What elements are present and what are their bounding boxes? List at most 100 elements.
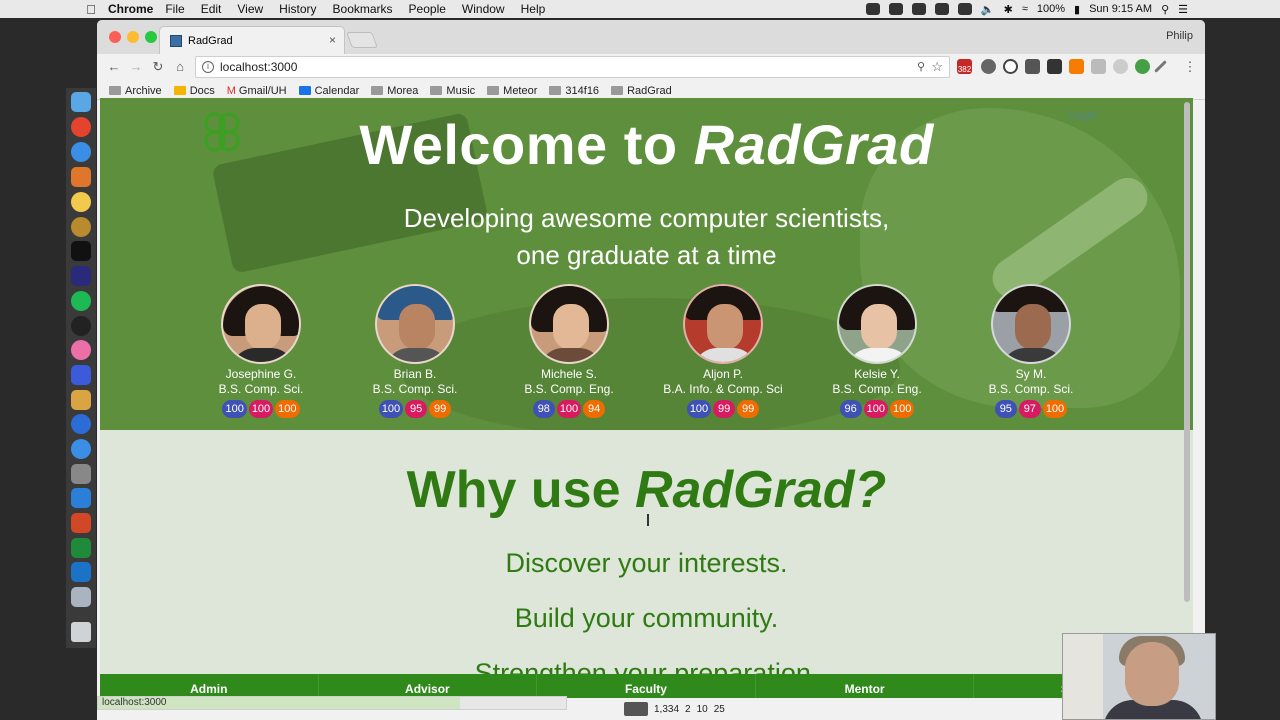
chrome-icon[interactable] — [71, 117, 91, 137]
nav-admin[interactable]: Admin — [100, 674, 319, 698]
evernote-ext-icon[interactable] — [1135, 59, 1150, 74]
word-icon[interactable] — [71, 488, 91, 508]
bluetooth-icon[interactable]: ✱ — [1004, 3, 1013, 16]
student-card: Josephine G. B.S. Comp. Sci. 100 100 100 — [186, 284, 336, 418]
menu-bookmarks[interactable]: Bookmarks — [333, 2, 393, 16]
lock-ext-icon[interactable] — [1025, 59, 1040, 74]
battery-icon[interactable]: ▮ — [1074, 3, 1080, 16]
avatar — [991, 284, 1071, 364]
menu-app-name[interactable]: Chrome — [108, 2, 153, 16]
cloud-ext-icon[interactable] — [1113, 59, 1128, 74]
onepassword-icon[interactable] — [71, 414, 91, 434]
avatar — [529, 284, 609, 364]
folder-icon — [611, 86, 624, 95]
slack-icon[interactable] — [71, 562, 91, 582]
powerpoint-icon[interactable] — [71, 513, 91, 533]
spotify-icon[interactable] — [71, 291, 91, 311]
avatar — [375, 284, 455, 364]
app-icon[interactable] — [71, 217, 91, 237]
display-icon[interactable] — [957, 3, 972, 15]
page-scrollbar[interactable] — [1183, 100, 1191, 696]
sync-icon[interactable] — [981, 59, 996, 74]
menu-window[interactable]: Window — [462, 2, 505, 16]
bookmark-314f16[interactable]: 314f16 — [549, 85, 599, 97]
score-badge: 100 — [275, 400, 300, 418]
preview-icon[interactable] — [71, 464, 91, 484]
stat-count: 1,334 — [654, 703, 680, 715]
bookmark-meteor[interactable]: Meteor — [487, 85, 537, 97]
close-tab-icon[interactable]: × — [329, 33, 336, 47]
terminal-ext-icon[interactable] — [1047, 59, 1062, 74]
bookmark-music[interactable]: Music — [430, 85, 475, 97]
screen-record-icon[interactable] — [865, 3, 880, 15]
nav-mentor[interactable]: Mentor — [756, 674, 975, 698]
bookmark-morea[interactable]: Morea — [371, 85, 418, 97]
menu-people[interactable]: People — [409, 2, 446, 16]
finder-icon[interactable] — [71, 92, 91, 112]
bookmark-label: Music — [446, 84, 476, 97]
appstore-icon[interactable] — [71, 439, 91, 459]
folder-icon[interactable] — [71, 587, 91, 607]
notification-center-icon[interactable]: ☰ — [1178, 3, 1188, 16]
text-cursor-icon — [647, 514, 649, 526]
cloud-icon[interactable] — [911, 3, 926, 15]
minimize-window-button[interactable] — [127, 31, 139, 43]
password-icon[interactable] — [888, 3, 903, 15]
itunes-icon[interactable] — [71, 340, 91, 360]
bookmark-radgrad[interactable]: RadGrad — [611, 85, 672, 97]
tagline-line-1: Developing awesome computer scientists, — [403, 203, 890, 233]
key-icon[interactable]: ⚲ — [917, 60, 925, 73]
chart-ext-icon[interactable] — [1069, 59, 1084, 74]
new-tab-button[interactable] — [346, 32, 378, 48]
safari-icon[interactable] — [71, 142, 91, 162]
browser-tab[interactable]: RadGrad × — [159, 26, 345, 54]
menu-edit[interactable]: Edit — [201, 2, 222, 16]
apple-menu-icon[interactable]:  — [80, 2, 102, 17]
nav-advisor[interactable]: Advisor — [319, 674, 538, 698]
back-icon[interactable]: ← — [105, 58, 123, 76]
page-viewport: Login Welcome to RadGrad Developing awes… — [100, 98, 1193, 698]
profile-name[interactable]: Philip — [1166, 30, 1193, 42]
chrome-menu-icon[interactable]: ⋮ — [1181, 58, 1199, 76]
reload-icon[interactable]: ↻ — [149, 58, 167, 76]
volume-icon[interactable]: 🔈 — [981, 3, 995, 16]
close-window-button[interactable] — [109, 31, 121, 43]
score-badge: 95 — [994, 400, 1017, 418]
scrollbar-thumb[interactable] — [1184, 102, 1190, 602]
dropbox-icon[interactable] — [934, 3, 949, 15]
photos-icon[interactable] — [71, 192, 91, 212]
menu-history[interactable]: History — [279, 2, 316, 16]
terminal-icon[interactable] — [71, 241, 91, 261]
menu-view[interactable]: View — [237, 2, 263, 16]
student-card: Aljon P. B.A. Info. & Comp. Sci 100 99 9… — [648, 284, 798, 418]
zoom-window-button[interactable] — [145, 31, 157, 43]
nav-faculty[interactable]: Faculty — [537, 674, 756, 698]
menu-file[interactable]: File — [165, 2, 184, 16]
excel-icon[interactable] — [71, 538, 91, 558]
bookmark-star-icon[interactable]: ☆ — [931, 59, 943, 75]
site-info-icon[interactable]: i — [202, 61, 214, 73]
student-name: Michele S. — [540, 367, 598, 381]
trash-icon[interactable] — [71, 622, 91, 642]
eyedropper-icon[interactable] — [1154, 60, 1167, 73]
bottom-stats: 1,334 2 10 25 — [624, 702, 725, 716]
bookmark-calendar[interactable]: Calendar — [298, 85, 359, 97]
wifi-icon[interactable]: ≈ — [1022, 3, 1028, 15]
app-store-icon[interactable] — [71, 365, 91, 385]
bookmark-docs[interactable]: Docs — [173, 85, 215, 97]
forward-icon[interactable]: → — [127, 58, 145, 76]
grid-ext-icon[interactable] — [1091, 59, 1106, 74]
bookmark-gmail[interactable]: M Gmail/UH — [227, 85, 287, 97]
menu-help[interactable]: Help — [521, 2, 546, 16]
home-icon[interactable]: ⌂ — [171, 58, 189, 76]
onepassword-ext-icon[interactable] — [1003, 59, 1018, 74]
address-bar[interactable]: i localhost:3000 ⚲ ☆ — [195, 56, 950, 78]
github-icon[interactable] — [71, 316, 91, 336]
extension-badge-icon[interactable]: 382 — [957, 59, 972, 74]
script-icon[interactable] — [71, 390, 91, 410]
intellij-icon[interactable] — [71, 266, 91, 286]
clock[interactable]: Sun 9:15 AM — [1089, 3, 1152, 15]
firefox-icon[interactable] — [71, 167, 91, 187]
spotlight-icon[interactable]: ⚲ — [1161, 3, 1169, 16]
bookmark-archive[interactable]: Archive — [109, 85, 162, 97]
